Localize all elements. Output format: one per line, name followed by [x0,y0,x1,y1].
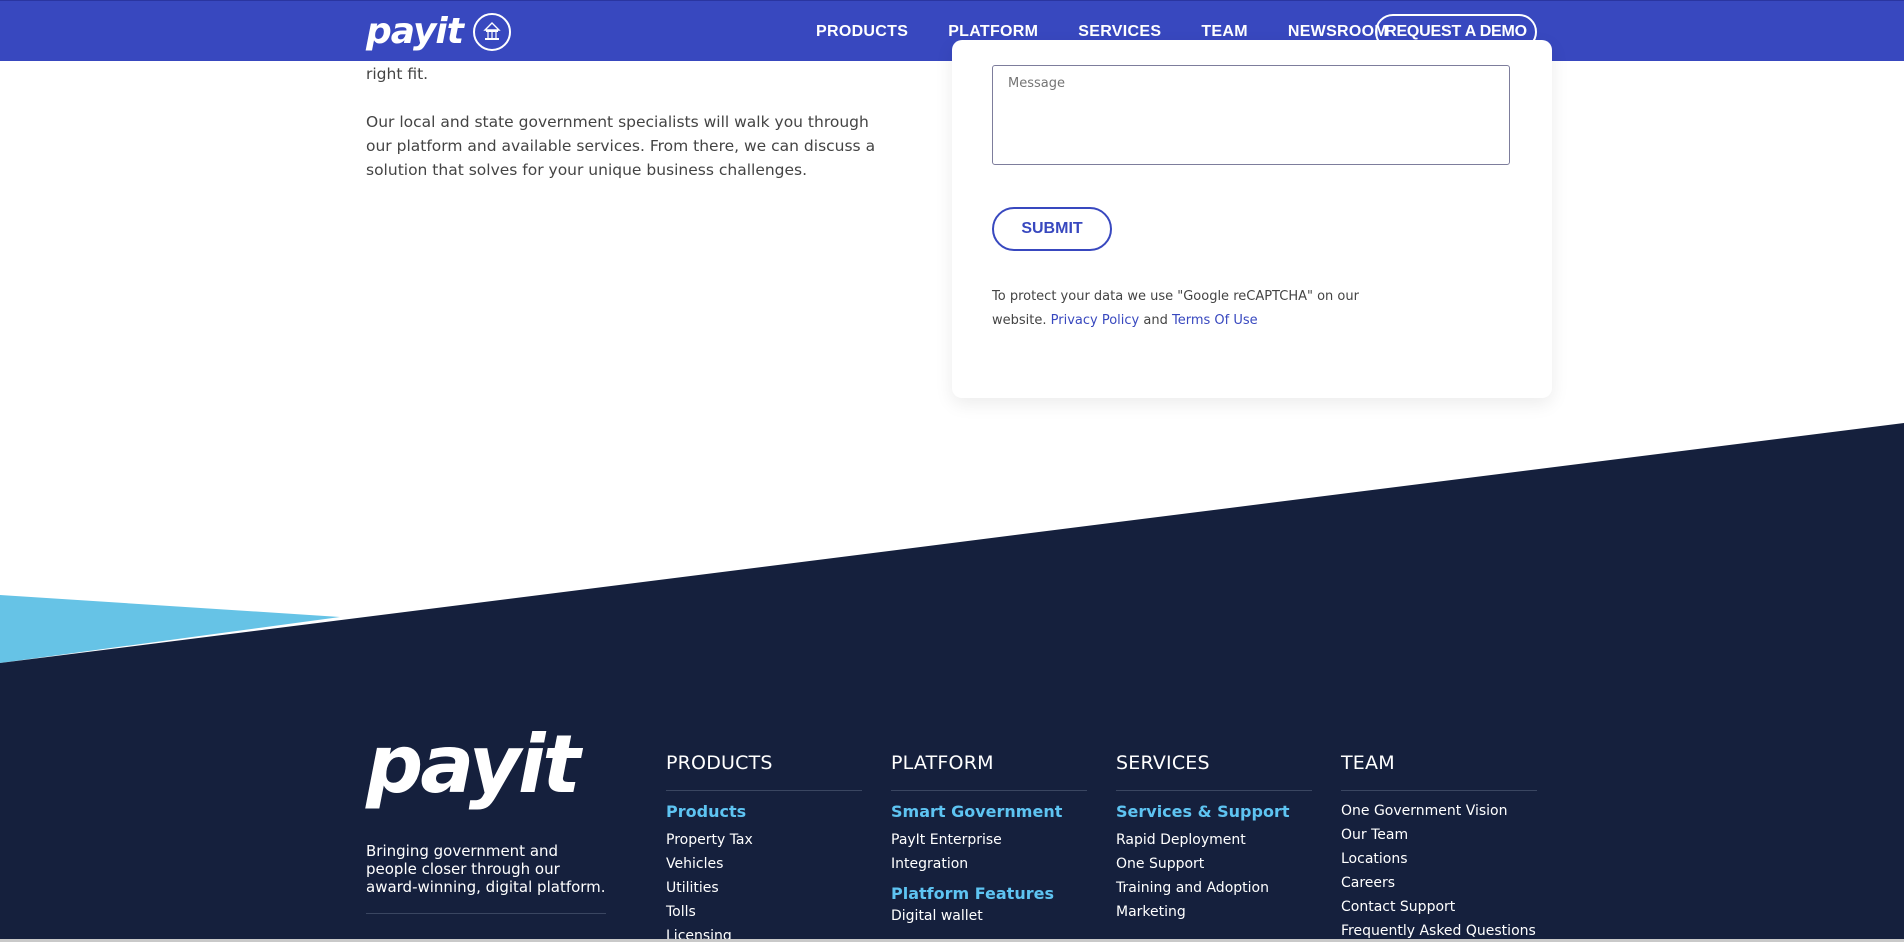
footer-link-careers[interactable]: Careers [1341,871,1537,895]
footer-link-training-adoption[interactable]: Training and Adoption [1116,876,1312,900]
nav-newsroom[interactable]: NEWSROOM [1288,23,1388,41]
footer-link-contact-support[interactable]: Contact Support [1341,895,1537,919]
nav-platform[interactable]: PLATFORM [948,23,1038,41]
contact-form-card: SUBMIT To protect your data we use "Goog… [952,40,1552,398]
footer-column-products: PRODUCTS Products Property Tax Vehicles … [666,752,862,942]
footer-link-utilities[interactable]: Utilities [666,876,862,900]
nav-products[interactable]: PRODUCTS [816,23,908,41]
footer-link-vehicles[interactable]: Vehicles [666,852,862,876]
payit-logo[interactable]: payit [366,11,511,53]
submit-button[interactable]: SUBMIT [992,207,1112,251]
terms-of-use-link[interactable]: Terms Of Use [1172,313,1258,328]
privacy-policy-link[interactable]: Privacy Policy [1051,313,1140,328]
footer-subheading-platform-features[interactable]: Platform Features [891,884,1087,904]
footer-column-team: TEAM One Government Vision Our Team Loca… [1341,752,1537,942]
footer-heading-platform[interactable]: PLATFORM [891,752,1087,791]
footer-link-digital-wallet[interactable]: Digital wallet [891,904,1087,928]
recaptcha-notice: To protect your data we use "Google reCA… [992,285,1392,333]
nav-services[interactable]: SERVICES [1078,23,1161,41]
footer-tagline: Bringing government and people closer th… [366,842,606,896]
footer-link-locations[interactable]: Locations [1341,847,1537,871]
intro-paragraph: Our local and state government specialis… [366,113,876,179]
footer-column-platform: PLATFORM Smart Government PayIt Enterpri… [891,752,1087,928]
message-field[interactable] [992,65,1510,165]
capitol-seal-icon [472,13,511,51]
footer-heading-products[interactable]: PRODUCTS [666,752,862,791]
footer-subheading-smart-government[interactable]: Smart Government [891,802,1087,822]
footer-payit-logo[interactable]: payit [366,725,581,805]
footer-link-property-tax[interactable]: Property Tax [666,828,862,852]
footer-link-marketing[interactable]: Marketing [1116,900,1312,924]
nav-team[interactable]: TEAM [1201,23,1248,41]
footer-link-rapid-deployment[interactable]: Rapid Deployment [1116,828,1312,852]
footer-link-integration[interactable]: Integration [891,852,1087,876]
footer-divider [366,913,606,914]
and-text: and [1143,313,1168,328]
footer-link-our-team[interactable]: Our Team [1341,823,1537,847]
footer-link-tolls[interactable]: Tolls [666,900,862,924]
footer-link-one-support[interactable]: One Support [1116,852,1312,876]
footer-heading-team[interactable]: TEAM [1341,752,1537,791]
logo-wordmark: payit [366,11,464,52]
footer-heading-services[interactable]: SERVICES [1116,752,1312,791]
footer-subheading-services-support[interactable]: Services & Support [1116,802,1312,822]
footer-link-one-government-vision[interactable]: One Government Vision [1341,799,1537,823]
footer-link-payit-enterprise[interactable]: PayIt Enterprise [891,828,1087,852]
intro-fragment: right fit. [366,65,429,83]
footer-subheading-products[interactable]: Products [666,802,862,822]
footer-column-services: SERVICES Services & Support Rapid Deploy… [1116,752,1312,924]
